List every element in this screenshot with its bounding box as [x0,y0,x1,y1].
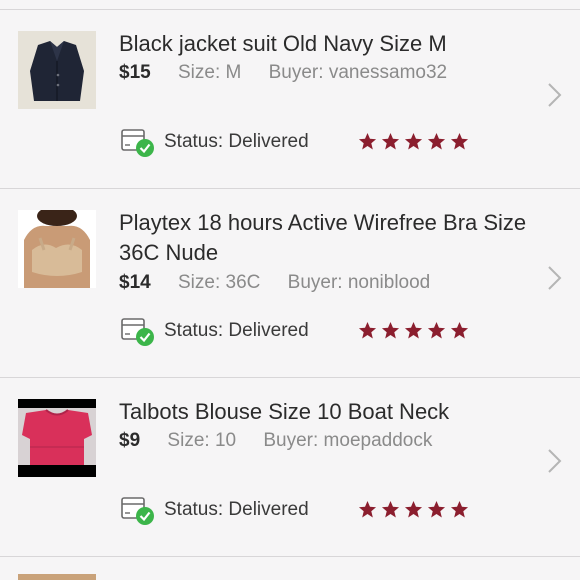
star-icon [381,132,400,150]
delivered-box-icon [121,129,154,157]
sold-orders-list: Black jacket suit Old Navy Size M $15 Si… [0,0,580,580]
item-price: $9 [119,430,141,451]
order-row[interactable]: Talbots Blouse Size 10 Boat Neck $9 Size… [0,378,580,557]
order-row[interactable]: Playtex 18 hours Active Wirefree Bra Siz… [0,189,580,378]
star-icon [404,321,423,339]
next-item-thumbnail[interactable] [18,574,96,580]
delivered-box-icon [121,497,154,525]
item-buyer: Buyer: vanessamo32 [268,62,448,83]
status-row: Status: Delivered [120,315,309,347]
item-price: $14 [119,272,151,293]
status-text: Status: Delivered [164,131,309,152]
item-title[interactable]: Talbots Blouse Size 10 Boat Neck [119,397,539,427]
star-icon [450,132,469,150]
chevron-right-icon[interactable] [546,265,562,291]
item-size: Size: 36C [177,272,261,293]
item-thumbnail[interactable] [18,31,96,109]
item-buyer: Buyer: noniblood [287,272,431,293]
status-row: Status: Delivered [120,126,309,158]
order-row[interactable]: Black jacket suit Old Navy Size M $15 Si… [0,10,580,189]
item-size: Size: M [177,62,242,83]
star-icon [450,321,469,339]
item-thumbnail[interactable] [18,210,96,288]
item-price: $15 [119,62,151,83]
delivered-box-icon [121,318,154,346]
star-icon [381,321,400,339]
star-icon [404,500,423,518]
star-icon [358,321,377,339]
item-buyer: Buyer: moepaddock [263,430,433,451]
rating-stars [358,132,469,151]
star-icon [450,500,469,518]
status-text: Status: Delivered [164,499,309,520]
star-icon [404,132,423,150]
item-title[interactable]: Black jacket suit Old Navy Size M [119,29,539,59]
chevron-right-icon[interactable] [546,448,562,474]
rating-stars [358,500,469,519]
item-thumbnail[interactable] [18,399,96,477]
star-icon [427,321,446,339]
status-text: Status: Delivered [164,320,309,341]
item-meta: $15 Size: M Buyer: vanessamo32 [119,60,447,86]
rating-stars [358,321,469,340]
item-meta: $9 Size: 10 Buyer: moepaddock [119,428,432,454]
star-icon [427,132,446,150]
item-size: Size: 10 [167,430,237,451]
chevron-right-icon[interactable] [546,82,562,108]
star-icon [381,500,400,518]
item-meta: $14 Size: 36C Buyer: noniblood [119,270,430,296]
status-row: Status: Delivered [120,494,309,526]
star-icon [427,500,446,518]
item-title[interactable]: Playtex 18 hours Active Wirefree Bra Siz… [119,208,539,268]
star-icon [358,132,377,150]
star-icon [358,500,377,518]
